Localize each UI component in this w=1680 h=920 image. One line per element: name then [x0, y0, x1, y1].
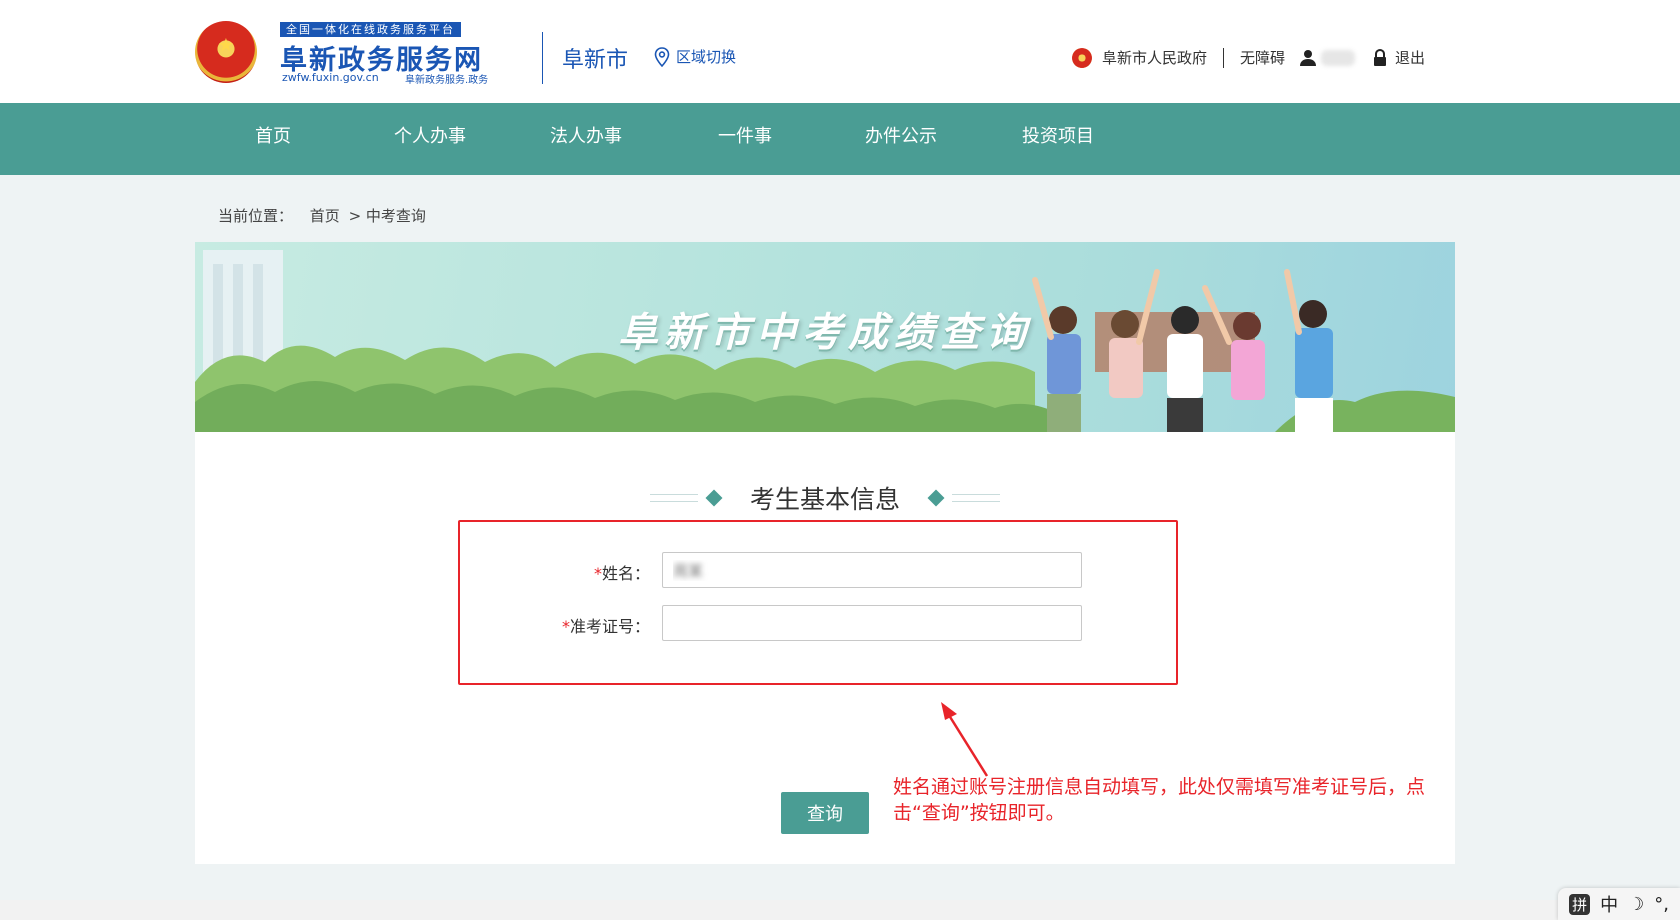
- page-footer-strip: [0, 900, 1680, 920]
- national-emblem-icon: [195, 21, 257, 83]
- query-form-card: 考生基本信息 *姓名： *准考证号： 姓名通过账号注册信息自动填写，此处仅需填写…: [195, 432, 1455, 864]
- ticket-label-text: 准考证号：: [569, 617, 650, 636]
- ime-toolbar: 拼 中 ☽ °,: [1558, 888, 1680, 920]
- banner-title: 阜新市中考成绩查询: [618, 310, 1032, 356]
- ime-moon-icon[interactable]: ☽: [1628, 894, 1644, 915]
- section-header: 考生基本信息: [195, 480, 1455, 516]
- diamond-icon: [927, 489, 945, 507]
- query-button[interactable]: 查询: [781, 792, 869, 834]
- header-divider: [542, 32, 543, 84]
- site-header: 全国一体化在线政务服务平台 阜新政务服务网 zwfw.fuxin.gov.cn …: [0, 0, 1680, 103]
- name-input[interactable]: [662, 552, 1082, 588]
- brand-url: zwfw.fuxin.gov.cn: [282, 71, 379, 84]
- nav-item-home[interactable]: 首页: [233, 103, 313, 175]
- name-label-text: 姓名：: [601, 564, 650, 583]
- name-label: *姓名：: [594, 560, 650, 584]
- diamond-icon: [705, 489, 723, 507]
- ticket-label: *准考证号：: [562, 613, 650, 637]
- required-mark: *: [593, 564, 602, 583]
- nav-item-one-thing[interactable]: 一件事: [700, 103, 790, 175]
- title-decoration-right: [920, 489, 1000, 507]
- title-decoration-left: [649, 489, 730, 507]
- highlight-box: *姓名： *准考证号：: [458, 520, 1178, 685]
- ime-chinese-mode[interactable]: 中: [1600, 891, 1618, 917]
- nav-item-publicity[interactable]: 办件公示: [851, 103, 951, 175]
- ticket-number-input[interactable]: [662, 605, 1082, 641]
- user-icon[interactable]: [1299, 49, 1317, 67]
- exam-banner: 阜新市中考成绩查询: [195, 242, 1455, 432]
- accessibility-link[interactable]: 无障碍: [1240, 47, 1285, 68]
- brand-subtitle: 阜新政务服务.政务: [405, 75, 489, 86]
- breadcrumb-home[interactable]: 首页: [310, 207, 340, 225]
- breadcrumb: 当前位置： 首页 > 中考查询: [218, 205, 430, 226]
- annotation-arrow-icon: [941, 702, 989, 777]
- user-name-blurred[interactable]: [1320, 49, 1355, 66]
- region-switch-label: 区域切换: [676, 48, 737, 66]
- section-title: 考生基本信息: [749, 485, 900, 514]
- annotation-text: 姓名通过账号注册信息自动填写，此处仅需填写准考证号后，点击“查询”按钮即可。: [893, 776, 1426, 824]
- logout-link[interactable]: 退出: [1395, 47, 1425, 68]
- ime-pinyin-icon[interactable]: 拼: [1569, 893, 1591, 915]
- gov-link[interactable]: 阜新市人民政府: [1102, 47, 1207, 68]
- header-top-right: 阜新市人民政府 无障碍 退出: [1071, 47, 1425, 68]
- nav-item-corporate[interactable]: 法人办事: [536, 103, 636, 175]
- site-logo[interactable]: 全国一体化在线政务服务平台 阜新政务服务网 zwfw.fuxin.gov.cn …: [280, 22, 510, 86]
- breadcrumb-current: > 中考查询: [348, 207, 426, 225]
- required-mark: *: [561, 617, 570, 636]
- breadcrumb-prefix: 当前位置：: [218, 207, 294, 225]
- nav-item-investment[interactable]: 投资项目: [1008, 103, 1108, 175]
- ticket-field-row: *准考证号：: [460, 605, 1180, 641]
- ime-punctuation-icon[interactable]: °,: [1654, 894, 1669, 915]
- main-nav: 首页 个人办事 法人办事 一件事 办件公示 投资项目: [0, 103, 1680, 175]
- name-field-row: *姓名：: [460, 552, 1180, 588]
- gov-emblem-icon: [1071, 47, 1092, 68]
- current-city: 阜新市: [562, 48, 629, 73]
- brand-slogan: 全国一体化在线政务服务平台: [280, 22, 461, 37]
- header-separator: [1222, 47, 1224, 68]
- region-switch-link[interactable]: 区域切换: [654, 46, 736, 67]
- lock-icon: [1373, 48, 1386, 66]
- location-pin-icon: [654, 46, 670, 67]
- nav-item-personal[interactable]: 个人办事: [380, 103, 480, 175]
